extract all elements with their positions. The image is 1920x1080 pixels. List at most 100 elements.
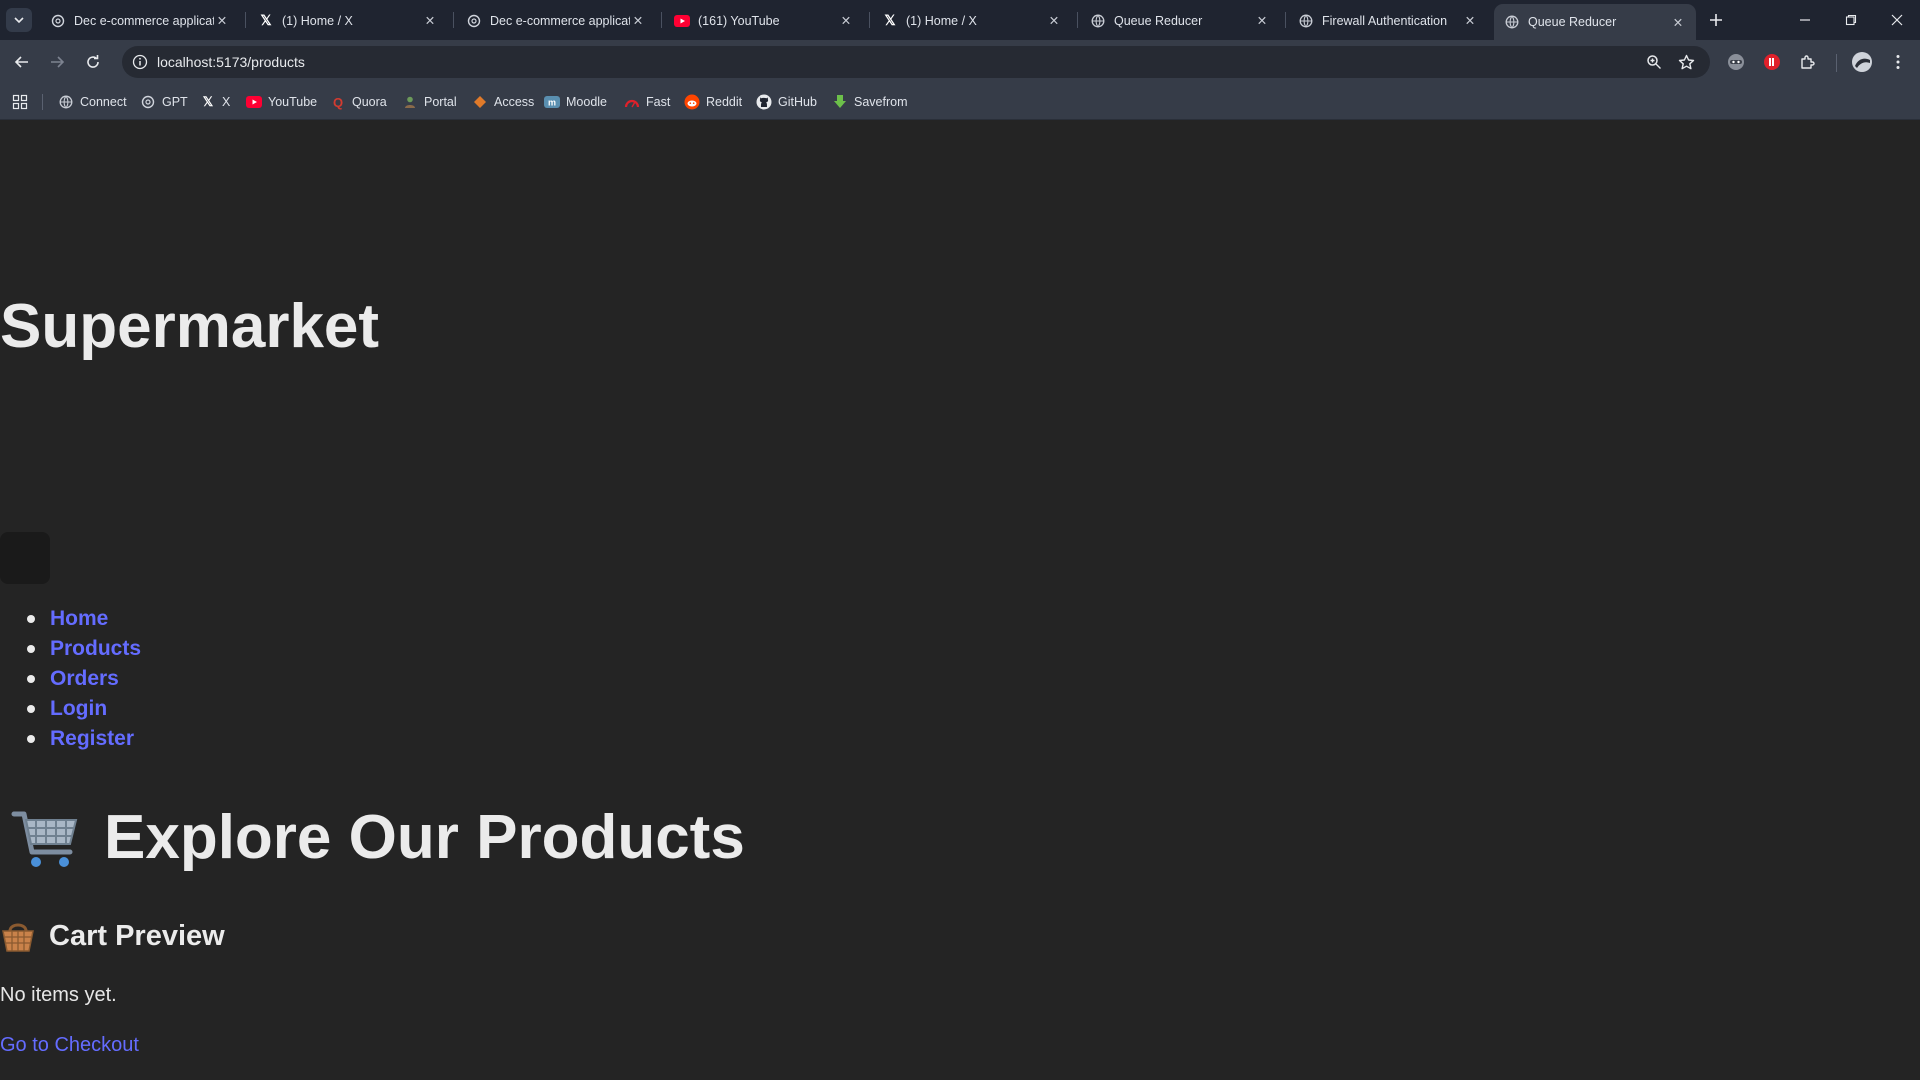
- cart-empty-message: No items yet.: [0, 984, 117, 1006]
- x-icon: 𝕏: [260, 12, 272, 28]
- github-icon: [756, 94, 772, 110]
- tab-separator: [869, 12, 870, 28]
- restore-icon: [1845, 14, 1857, 26]
- extension-icon-ninja[interactable]: [1724, 50, 1748, 74]
- nav-item-register: Register: [0, 724, 141, 754]
- globe-icon: [1090, 13, 1106, 29]
- close-icon[interactable]: ✕: [422, 13, 438, 29]
- globe-icon: [58, 94, 74, 110]
- close-icon[interactable]: ✕: [838, 13, 854, 29]
- browser-tab[interactable]: Dec e-commerce applicat ✕: [456, 5, 656, 36]
- bookmark-moodle[interactable]: m Moodle: [544, 90, 607, 114]
- bookmark-label: GitHub: [778, 95, 817, 109]
- minimize-icon: [1800, 19, 1810, 21]
- tab-separator: [1077, 12, 1078, 28]
- close-icon[interactable]: ✕: [1254, 13, 1270, 29]
- nav-item-home: Home: [0, 604, 141, 634]
- browser-tab[interactable]: Queue Reducer ✕: [1080, 5, 1280, 36]
- bookmark-x[interactable]: 𝕏 X: [200, 90, 231, 114]
- zoom-icon[interactable]: [1644, 52, 1664, 72]
- bookmark-github[interactable]: GitHub: [756, 90, 817, 114]
- close-icon[interactable]: ✕: [1046, 13, 1062, 29]
- portal-icon: [402, 94, 418, 110]
- arrow-left-icon: [14, 56, 28, 68]
- tab-title: Firewall Authentication: [1322, 13, 1448, 28]
- bookmark-savefrom[interactable]: Savefrom: [832, 90, 908, 114]
- kebab-menu-icon[interactable]: [1886, 50, 1910, 74]
- address-bar[interactable]: localhost:5173/products: [122, 46, 1710, 78]
- tab-title: Dec e-commerce applicat: [74, 13, 214, 28]
- nav-item-orders: Orders: [0, 664, 141, 694]
- browser-tab[interactable]: (161) YouTube ✕: [664, 5, 864, 36]
- quora-icon: Q: [332, 94, 344, 110]
- tab-title: (1) Home / X: [282, 13, 353, 28]
- nav-link-products[interactable]: Products: [50, 637, 141, 660]
- star-icon[interactable]: [1676, 52, 1696, 72]
- bookmark-gpt[interactable]: GPT: [140, 90, 188, 114]
- bookmarks-bar: Connect GPT 𝕏 X YouTube Q Quora Portal A…: [0, 84, 1920, 120]
- apps-grid-icon: [12, 94, 28, 110]
- browser-tab[interactable]: Firewall Authentication ✕: [1288, 5, 1488, 36]
- new-tab-button[interactable]: [1704, 8, 1728, 32]
- reload-button[interactable]: [79, 48, 107, 76]
- menu-toggle-button[interactable]: [0, 532, 50, 584]
- browser-tab-active[interactable]: Queue Reducer ✕: [1494, 4, 1696, 40]
- forward-button[interactable]: [43, 48, 71, 76]
- restore-button[interactable]: [1828, 0, 1874, 40]
- tab-title: Dec e-commerce applicat: [490, 13, 630, 28]
- back-button[interactable]: [8, 48, 36, 76]
- main-nav: Home Products Orders Login Register: [0, 604, 141, 754]
- bookmark-access[interactable]: Access: [472, 90, 534, 114]
- go-to-checkout-link[interactable]: Go to Checkout: [0, 1034, 139, 1057]
- profile-avatar[interactable]: [1850, 50, 1874, 74]
- minimize-button[interactable]: [1782, 0, 1828, 40]
- extension-icon-red[interactable]: [1760, 50, 1784, 74]
- bookmark-youtube[interactable]: YouTube: [246, 90, 317, 114]
- access-icon: [472, 94, 488, 110]
- bookmark-label: Moodle: [566, 95, 607, 109]
- bookmark-label: X: [222, 95, 231, 109]
- bookmark-connect[interactable]: Connect: [58, 90, 127, 114]
- bookmark-label: Quora: [352, 95, 387, 109]
- products-heading: Explore Our Products: [10, 802, 745, 874]
- moodle-icon: m: [544, 94, 560, 110]
- nav-link-home[interactable]: Home: [50, 607, 108, 630]
- nav-link-login[interactable]: Login: [50, 697, 107, 720]
- bookmark-quora[interactable]: Q Quora: [330, 90, 387, 114]
- cart-preview-heading-text: Cart Preview: [49, 919, 225, 952]
- site-info-icon[interactable]: [130, 52, 150, 72]
- bookmark-label: Savefrom: [854, 95, 908, 109]
- bookmark-label: YouTube: [268, 95, 318, 109]
- tab-title: (161) YouTube: [698, 13, 780, 28]
- bookmark-portal[interactable]: Portal: [402, 90, 457, 114]
- shopping-cart-icon: [11, 811, 78, 867]
- chatgpt-icon: [140, 94, 156, 110]
- close-icon[interactable]: ✕: [1670, 14, 1686, 30]
- close-icon[interactable]: ✕: [1462, 13, 1478, 29]
- close-window-button[interactable]: [1874, 0, 1920, 40]
- browser-tab[interactable]: Dec e-commerce applicat ✕: [40, 5, 240, 36]
- tab-search-button[interactable]: [6, 8, 32, 32]
- nav-link-orders[interactable]: Orders: [50, 667, 119, 690]
- chatgpt-icon: [50, 13, 66, 29]
- browser-tab[interactable]: 𝕏 (1) Home / X ✕: [248, 5, 448, 36]
- plus-icon: [1710, 14, 1722, 26]
- puzzle-icon[interactable]: [1796, 50, 1820, 74]
- tab-title: Queue Reducer: [1114, 13, 1203, 28]
- speedometer-icon: [624, 94, 640, 110]
- bookmark-fast[interactable]: Fast: [624, 90, 670, 114]
- toolbar-divider: [1836, 54, 1837, 72]
- svg-text:m: m: [548, 98, 556, 108]
- youtube-icon: [246, 94, 262, 110]
- close-icon[interactable]: ✕: [630, 13, 646, 29]
- list-bullet: [27, 615, 35, 623]
- apps-button[interactable]: [12, 90, 28, 114]
- bookmark-label: Reddit: [706, 95, 743, 109]
- bookmark-reddit[interactable]: Reddit: [684, 90, 742, 114]
- nav-link-register[interactable]: Register: [50, 727, 134, 750]
- browser-tab[interactable]: 𝕏 (1) Home / X ✕: [872, 5, 1072, 36]
- bookmark-label: Portal: [424, 95, 457, 109]
- close-icon[interactable]: ✕: [214, 13, 230, 29]
- reddit-icon: [684, 94, 700, 110]
- browser-toolbar: localhost:5173/products: [0, 40, 1920, 84]
